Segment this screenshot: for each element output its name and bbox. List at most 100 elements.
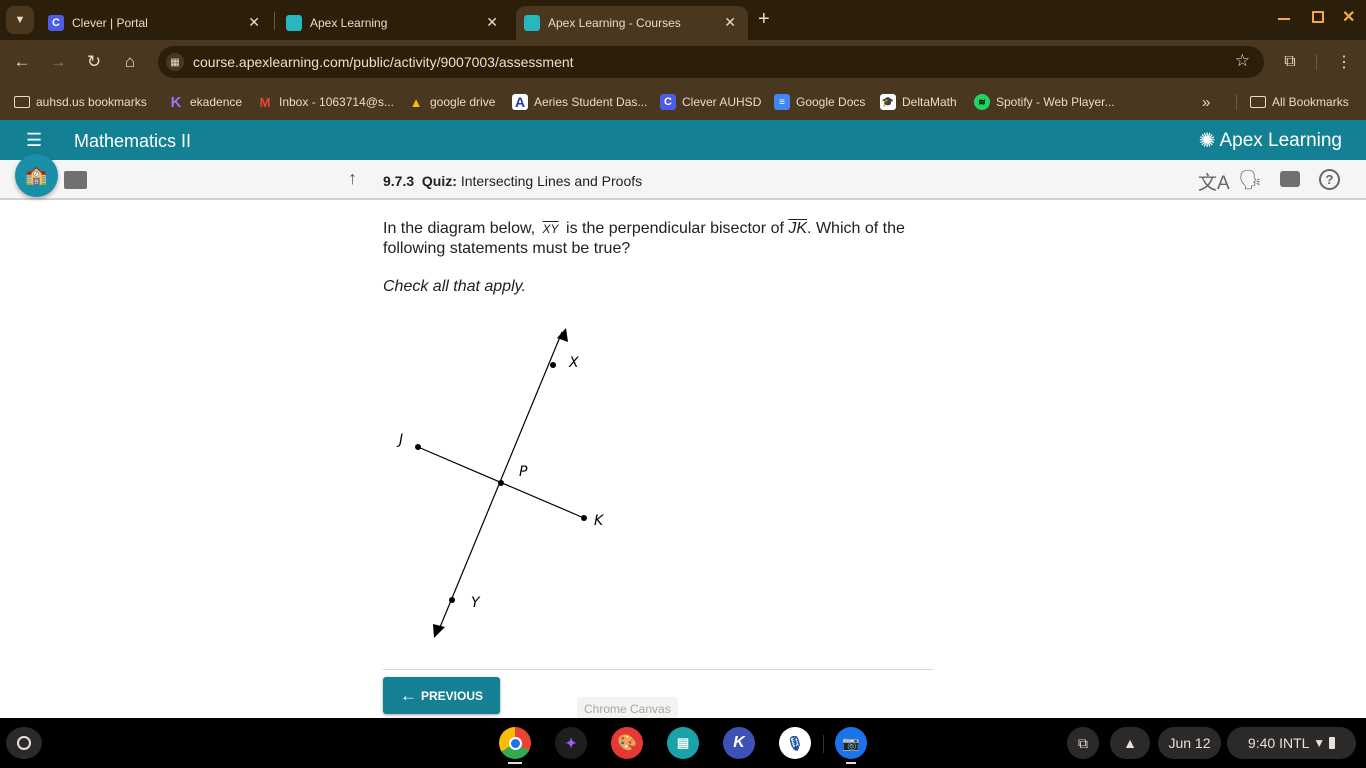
warning-icon: ▲ <box>1123 735 1137 751</box>
address-bar[interactable]: ▦ course.apexlearning.com/public/activit… <box>158 46 1264 78</box>
download-icon: ⧉ <box>1078 734 1088 751</box>
bookmark-aeries[interactable]: A Aeries Student Das... <box>512 92 647 112</box>
input-method: INTL <box>1279 735 1310 751</box>
date-button[interactable]: Jun 12 <box>1158 727 1221 759</box>
tab-apex-courses[interactable]: Apex Learning - Courses ✕ <box>516 6 748 40</box>
bookmark-star-icon[interactable]: ☆ <box>1235 51 1250 71</box>
content-divider <box>383 669 933 670</box>
extensions-button[interactable]: ⧉ <box>1278 50 1302 74</box>
chrome-app[interactable] <box>499 727 531 759</box>
bookmark-deltamath[interactable]: 🎓 DeltaMath <box>880 92 957 112</box>
bookmarks-bar: auhsd.us bookmarks Kekadence M Inbox - 10… <box>0 84 1366 120</box>
site-info-icon[interactable]: ▦ <box>166 53 184 71</box>
bookmark-label: All Bookmarks <box>1272 95 1349 109</box>
arrow-left-icon: ← <box>13 52 31 71</box>
text-to-speech-icon[interactable]: 🗣 <box>1238 168 1262 192</box>
tab-apex-learning[interactable]: Apex Learning ✕ <box>278 6 510 40</box>
microphone-icon: 🎙 <box>786 734 804 751</box>
course-header: ☰ Mathematics II ✺ Apex Learning <box>0 120 1366 160</box>
bookmarks-overflow-button[interactable]: » <box>1202 92 1210 112</box>
kadence-app[interactable]: K <box>723 727 755 759</box>
bookmark-inbox[interactable]: M Inbox - 1063714@s... <box>257 92 394 112</box>
previous-button[interactable]: ← PREVIOUS <box>383 677 500 714</box>
bookmark-ekadence[interactable]: Kekadence <box>168 92 242 112</box>
bookmark-label: Inbox - 1063714@s... <box>279 95 394 109</box>
canvas-app[interactable]: 🎨 <box>611 727 643 759</box>
browser-toolbar: ← → ↻ ⌂ ▦ course.apexlearning.com/public… <box>0 40 1366 84</box>
question-prompt: In the diagram below, XY is the perpendi… <box>383 219 943 259</box>
figma-icon: ✦ <box>565 734 577 751</box>
home-button[interactable]: ⌂ <box>118 50 142 74</box>
chrome-icon <box>508 736 522 750</box>
shelf-divider <box>823 735 824 753</box>
restore-button[interactable] <box>1312 11 1324 23</box>
classroom-app[interactable]: ▤ <box>667 727 699 759</box>
palette-icon: 🎨 <box>617 735 637 752</box>
home-icon: ⌂ <box>124 52 136 71</box>
reload-icon: ↻ <box>86 52 102 71</box>
bookmark-auhsd[interactable]: auhsd.us bookmarks <box>14 92 147 112</box>
forward-button[interactable]: → <box>46 50 70 74</box>
bookmark-label: Clever AUHSD <box>682 95 762 109</box>
tab-title: Apex Learning <box>310 16 388 30</box>
kadence-icon: K <box>733 734 745 751</box>
segment-jk-symbol: JK <box>788 220 808 237</box>
browser-menu-button[interactable]: ⋮ <box>1332 50 1356 74</box>
drive-icon: ▲ <box>409 94 423 110</box>
arrow-left-icon: ← <box>399 685 417 705</box>
status-tray[interactable]: 9:40 INTL ▼ <box>1227 727 1356 759</box>
back-button[interactable]: ← <box>10 50 34 74</box>
bookmark-label: auhsd.us bookmarks <box>36 95 147 109</box>
tab-clever-portal[interactable]: C Clever | Portal ✕ <box>40 6 272 40</box>
arrow-down-icon <box>433 624 445 638</box>
wifi-icon: ▼ <box>1313 736 1326 750</box>
activity-title: Intersecting Lines and Proofs <box>460 173 643 189</box>
bookmark-google-docs[interactable]: ≡ Google Docs <box>774 92 865 112</box>
previous-label: PREVIOUS <box>420 688 483 703</box>
all-bookmarks-button[interactable]: All Bookmarks <box>1250 92 1349 112</box>
up-arrow-icon[interactable]: ↑ <box>348 168 357 189</box>
bookmark-label: Google Docs <box>796 95 866 109</box>
point-p <box>498 480 504 486</box>
help-icon[interactable]: ? <box>1319 169 1340 190</box>
bookmark-google-drive[interactable]: ▲ google drive <box>408 92 496 112</box>
puzzle-icon: ⧉ <box>1284 53 1296 70</box>
recorder-app[interactable]: 🎙 <box>779 727 811 759</box>
deltamath-icon: 🎓 <box>880 94 896 110</box>
print-icon[interactable] <box>1280 171 1300 187</box>
time-text: 9:40 <box>1247 735 1276 751</box>
url-text[interactable]: course.apexlearning.com/public/activity/… <box>193 54 574 70</box>
bookmark-label: DeltaMath <box>902 95 957 109</box>
holding-space-button[interactable]: ⧉ <box>1067 727 1099 759</box>
point-j <box>415 444 421 450</box>
school-button[interactable]: 🏫 <box>15 154 58 197</box>
date-text: Jun 12 <box>1168 735 1211 751</box>
new-tab-button[interactable]: + <box>758 8 770 31</box>
folder-icon <box>1250 96 1266 108</box>
brand-name: Apex Learning <box>1219 129 1342 151</box>
bookmark-spotify[interactable]: ≋ Spotify - Web Player... <box>974 92 1115 112</box>
list-menu-icon: ☰ <box>26 130 43 150</box>
close-tab-icon[interactable]: ✕ <box>248 14 260 31</box>
close-window-button[interactable]: ✕ <box>1342 7 1355 27</box>
figma-app[interactable]: ✦ <box>555 727 587 759</box>
label-j: J <box>396 432 403 448</box>
close-tab-icon[interactable]: ✕ <box>724 14 736 31</box>
instruction-text: Check all that apply. <box>383 278 526 295</box>
notification-button[interactable]: ▲ <box>1110 727 1150 759</box>
translate-icon[interactable]: 文A <box>1198 168 1230 195</box>
browser-tab-strip: ▼ C Clever | Portal ✕ Apex Learning ✕ Ap… <box>0 0 1366 40</box>
close-tab-icon[interactable]: ✕ <box>486 14 498 31</box>
point-x <box>550 362 556 368</box>
label-y: Y <box>471 595 481 611</box>
camera-app[interactable]: 📷 <box>835 727 867 759</box>
bookmark-clever-auhsd[interactable]: C Clever AUHSD <box>660 92 761 112</box>
tab-search-button[interactable]: ▼ <box>6 6 34 34</box>
briefcase-icon[interactable] <box>64 171 87 189</box>
launcher-button[interactable] <box>6 727 42 759</box>
reload-button[interactable]: ↻ <box>82 50 106 74</box>
menu-button[interactable]: ☰ <box>26 131 42 149</box>
more-vert-icon: ⋮ <box>1336 54 1352 71</box>
arrow-right-icon: → <box>49 52 67 71</box>
minimize-button[interactable] <box>1278 18 1290 20</box>
